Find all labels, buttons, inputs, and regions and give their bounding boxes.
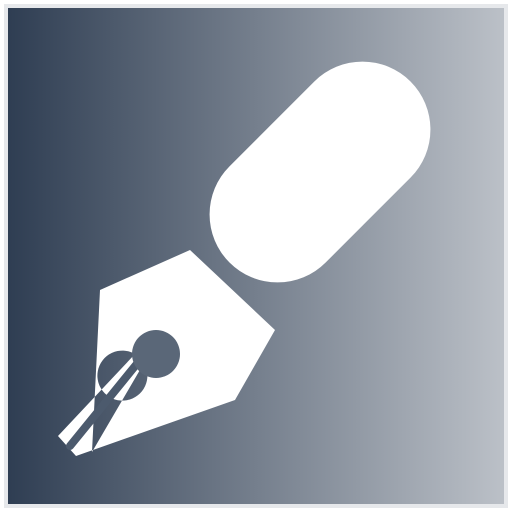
nib-breather-hole — [132, 330, 180, 378]
app-icon[interactable] — [0, 0, 512, 512]
fountain-pen-icon — [4, 4, 508, 508]
